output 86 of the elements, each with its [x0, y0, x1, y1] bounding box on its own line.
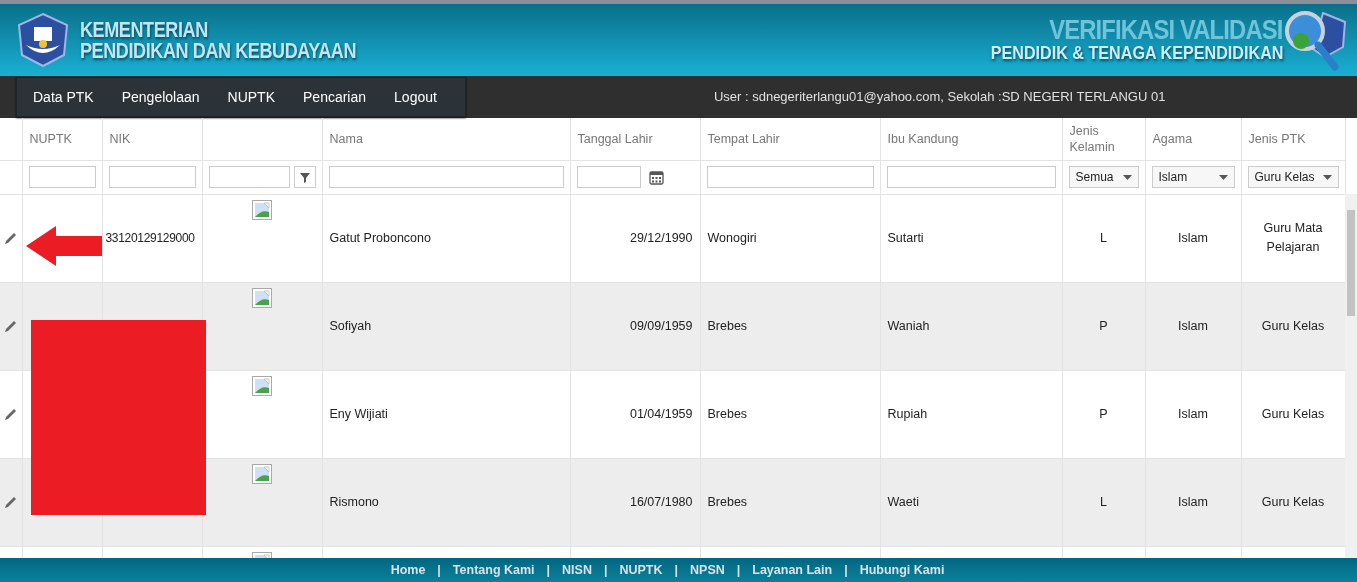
- footer-link[interactable]: Tentang Kami: [452, 560, 535, 580]
- footer-separator: |: [844, 561, 848, 579]
- select-field[interactable]: Semua: [1068, 166, 1139, 188]
- caret-icon: [1322, 174, 1332, 180]
- user-info: User : sdnegeriterlangu01@yahoo.com, Sekolah :SD NEGERI TERLANGU 01: [713, 88, 1166, 107]
- table-cell: Brebes: [707, 318, 748, 333]
- edit-icon[interactable]: [4, 495, 17, 510]
- table-cell: 09/09/1959: [629, 318, 693, 333]
- table-cell: Waniah: [887, 318, 930, 333]
- column-header: Jenis PTK: [1248, 131, 1306, 146]
- table-cell: Rismono: [329, 494, 379, 509]
- scrollbar[interactable]: [1345, 194, 1357, 558]
- column-header: Tempat Lahir: [707, 131, 780, 146]
- table-cell: Islam: [1178, 494, 1208, 509]
- calendar-icon: [648, 169, 664, 185]
- table-cell: Guru Kelas: [1261, 494, 1325, 509]
- broken-image-icon: [252, 287, 272, 308]
- column-header: Tanggal Lahir: [577, 131, 653, 146]
- table-cell: Rupiah: [887, 406, 928, 421]
- footer-link[interactable]: NPSN: [690, 560, 725, 580]
- date-field[interactable]: [576, 166, 641, 188]
- column-header: NUPTK: [29, 131, 72, 146]
- table-cell: Wonogiri: [707, 230, 757, 245]
- table-cell: Guru Mata Pelajaran: [1263, 221, 1323, 254]
- footer-separator: |: [736, 561, 741, 579]
- app-subtitle: PENDIDIK & TENAGA KEPENDIDIKAN: [990, 43, 1283, 63]
- menu-link[interactable]: Pencarian: [289, 86, 381, 108]
- caret-icon: [1122, 174, 1132, 180]
- table-cell: Waeti: [887, 494, 919, 509]
- menu-link[interactable]: Data PTK: [33, 86, 108, 108]
- broken-image-icon: [252, 463, 272, 484]
- menu-link[interactable]: NUPTK: [213, 86, 289, 108]
- footer-link[interactable]: Layanan Lain: [752, 560, 833, 580]
- table-cell: 16/07/1980: [629, 494, 693, 509]
- table-cell: 01/04/1959: [629, 406, 693, 421]
- footer-link[interactable]: NUPTK: [619, 560, 663, 580]
- footer-link[interactable]: Home: [390, 560, 426, 580]
- table-cell: Eny Wijiati: [329, 406, 388, 421]
- footer-link[interactable]: NISN: [562, 560, 592, 580]
- table-cell: Islam: [1178, 406, 1208, 421]
- table-cell: Gatut Proboncono: [329, 230, 431, 245]
- edit-icon[interactable]: [4, 319, 17, 334]
- footer-separator: |: [674, 561, 679, 579]
- column-header: Agama: [1152, 131, 1193, 146]
- filter-field[interactable]: [328, 166, 564, 188]
- table-cell: 33120129129000: [105, 231, 195, 245]
- ministry-title: KEMENTERIAN: [80, 19, 209, 40]
- table-cell: Islam: [1178, 230, 1208, 245]
- ministry-title: PENDIDIKAN DAN KEBUDAYAAN: [80, 40, 357, 61]
- column-header: NIK: [109, 131, 131, 146]
- table-cell: Guru Kelas: [1261, 406, 1325, 421]
- table-cell: L: [1100, 494, 1107, 509]
- menu-link[interactable]: Pengelolaan: [107, 86, 214, 108]
- table-cell: 29/12/1990: [629, 230, 693, 245]
- broken-image-icon: [252, 375, 272, 396]
- table-cell: Brebes: [707, 494, 748, 509]
- app-title: VERIFIKASI VALIDASI: [1049, 17, 1283, 43]
- footer-separator: |: [603, 561, 608, 579]
- column-header: Jenis Kelamin: [1069, 123, 1115, 154]
- table-cell: Sofiyah: [329, 318, 372, 333]
- select-field[interactable]: Islam: [1151, 166, 1235, 188]
- caret-icon: [1218, 174, 1228, 180]
- filter-field[interactable]: [108, 166, 196, 188]
- filter-button[interactable]: [293, 166, 316, 188]
- table-cell: P: [1099, 406, 1108, 421]
- column-header: Nama: [329, 131, 363, 146]
- filter-field[interactable]: [28, 166, 96, 188]
- footer-separator: |: [546, 561, 551, 579]
- filter-field[interactable]: [208, 166, 290, 188]
- edit-icon[interactable]: [4, 407, 17, 422]
- edit-icon[interactable]: [4, 231, 17, 246]
- filter-field[interactable]: [706, 166, 874, 188]
- column-header: Ibu Kandung: [887, 131, 959, 146]
- table-cell: Brebes: [707, 406, 748, 421]
- select-field[interactable]: Guru Kelas: [1247, 166, 1339, 188]
- table-cell: Islam: [1178, 318, 1208, 333]
- table-cell: L: [1100, 230, 1107, 245]
- broken-image-icon: [252, 199, 272, 220]
- menu-link[interactable]: Logout: [380, 86, 451, 108]
- table-cell: Guru Kelas: [1261, 318, 1325, 333]
- table-cell: Sutarti: [887, 230, 924, 245]
- table-cell: P: [1099, 318, 1108, 333]
- footer-separator: |: [437, 561, 441, 579]
- funnel-icon: [298, 170, 311, 184]
- footer-link[interactable]: Hubungi Kami: [859, 560, 945, 580]
- filter-field[interactable]: [886, 166, 1056, 188]
